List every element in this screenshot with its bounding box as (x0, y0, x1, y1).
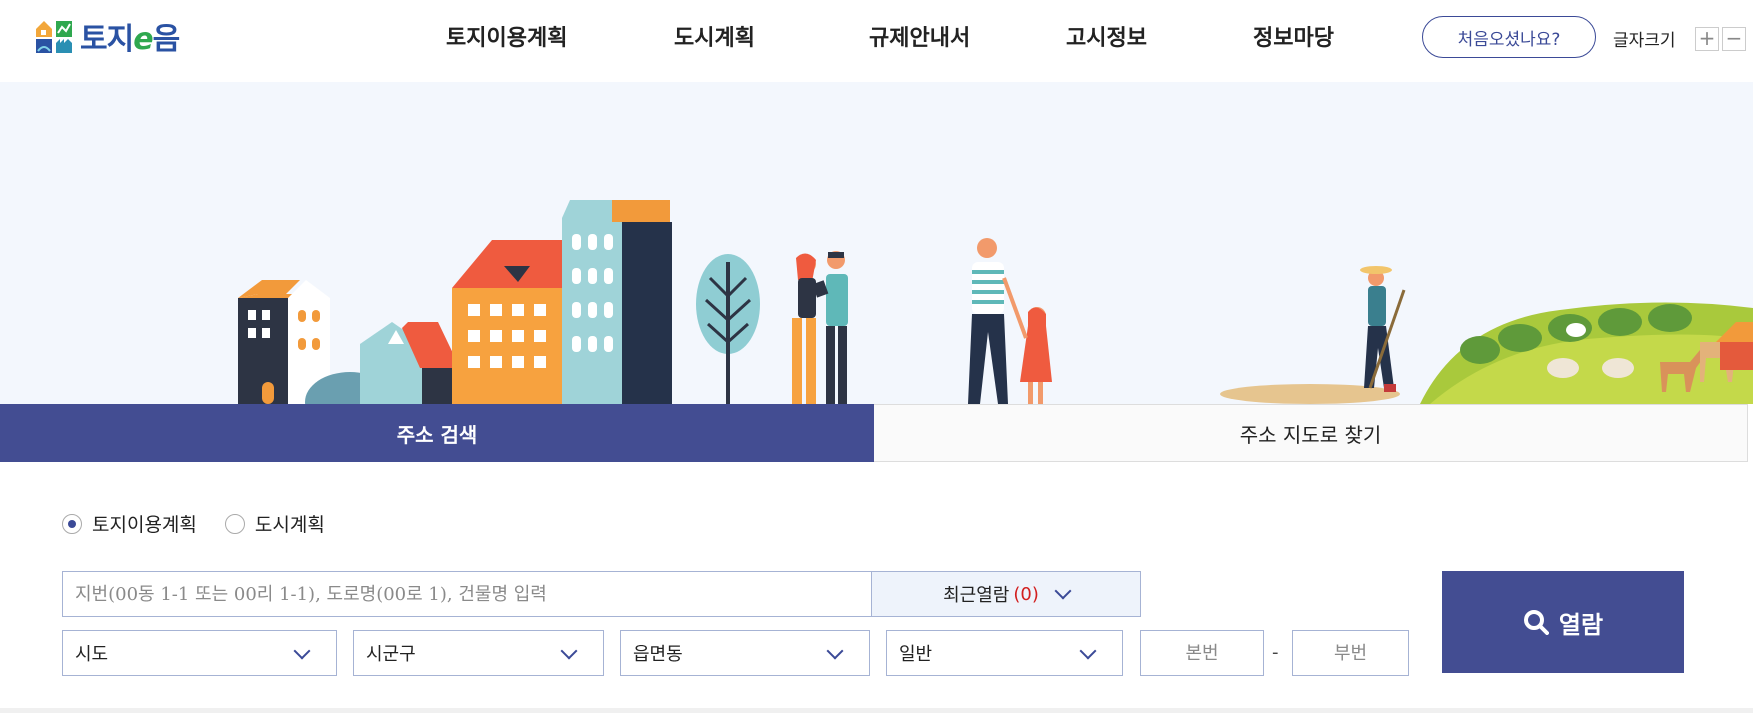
chevron-down-icon (560, 642, 578, 660)
search-icon (1523, 609, 1549, 635)
radio-checked-icon (62, 513, 82, 534)
recent-views-dropdown[interactable]: 최근열람 (0) (871, 572, 1140, 616)
land-type-value: 일반 (899, 644, 933, 665)
font-size-label: 글자크기 (1613, 31, 1676, 51)
nav-regulation-guide[interactable]: 규제안내서 (869, 20, 970, 52)
tall-building-illustration (562, 200, 672, 404)
eupmyeondong-select[interactable]: 읍면동 (620, 630, 870, 676)
hero-illustration (0, 82, 1753, 404)
logo-text: 토지e음 (80, 22, 180, 57)
nav-land-use-plan[interactable]: 토지이용계획 (446, 20, 567, 52)
logo-icon (34, 17, 74, 55)
radio-land-use-plan[interactable]: 토지이용계획 (62, 510, 197, 537)
sub-number-input[interactable] (1292, 630, 1409, 676)
orange-building-illustration (452, 240, 562, 404)
people-talking-illustration (792, 251, 848, 404)
open-button-label: 열람 (1558, 610, 1604, 639)
open-button[interactable]: 열람 (1442, 571, 1684, 673)
recent-views-label: 최근열람 (943, 585, 1010, 606)
search-mode-tabs: 주소 검색 주소 지도로 찾기 (0, 404, 1748, 473)
page-bottom-divider (0, 708, 1753, 713)
nav-info-plaza[interactable]: 정보마당 (1253, 20, 1334, 52)
sido-select[interactable]: 시도 (62, 630, 337, 676)
father-child-illustration (968, 238, 1052, 404)
radio-unchecked-icon (224, 513, 245, 534)
main-number-input[interactable] (1140, 630, 1264, 676)
nav-urban-plan[interactable]: 도시계획 (674, 20, 755, 52)
chevron-down-icon (826, 642, 844, 660)
eupmyeondong-value: 읍면동 (633, 644, 683, 665)
site-header: 토지e음 토지이용계획 도시계획 규제안내서 고시정보 정보마당 처음오셨나요?… (0, 0, 1753, 82)
recent-views-count: (0) (1013, 583, 1039, 605)
land-type-select[interactable]: 일반 (886, 630, 1123, 676)
tree-illustration (696, 254, 760, 404)
address-search-panel: 토지이용계획 도시계획 최근열람 (0) 시도 시군구 읍면동 일반 - (0, 462, 1748, 708)
sido-value: 시도 (75, 644, 109, 665)
radio-urban-plan[interactable]: 도시계획 (224, 510, 325, 537)
sigungu-value: 시군구 (366, 644, 416, 665)
font-increase-button[interactable]: + (1695, 27, 1719, 51)
chevron-down-icon (293, 642, 311, 660)
sigungu-select[interactable]: 시군구 (353, 630, 604, 676)
chevron-down-icon (1054, 582, 1072, 600)
tab-map-search[interactable]: 주소 지도로 찾기 (874, 404, 1748, 462)
first-visit-button[interactable]: 처음오셨나요? (1422, 16, 1596, 58)
number-separator: - (1272, 642, 1279, 663)
address-search-input[interactable] (63, 572, 871, 616)
font-decrease-button[interactable]: − (1722, 27, 1746, 51)
address-search-box: 최근열람 (0) (62, 571, 1141, 617)
radio-label: 도시계획 (254, 514, 325, 536)
farm-illustration (1220, 266, 1753, 404)
chevron-down-icon (1079, 642, 1097, 660)
nav-notice-info[interactable]: 고시정보 (1066, 20, 1147, 52)
radio-label: 토지이용계획 (92, 514, 197, 536)
plan-type-radio-group: 토지이용계획 도시계획 (62, 510, 353, 537)
tab-address-search[interactable]: 주소 검색 (0, 404, 874, 473)
logo[interactable]: 토지e음 (34, 16, 180, 57)
city-countryside-illustration (238, 200, 1753, 404)
